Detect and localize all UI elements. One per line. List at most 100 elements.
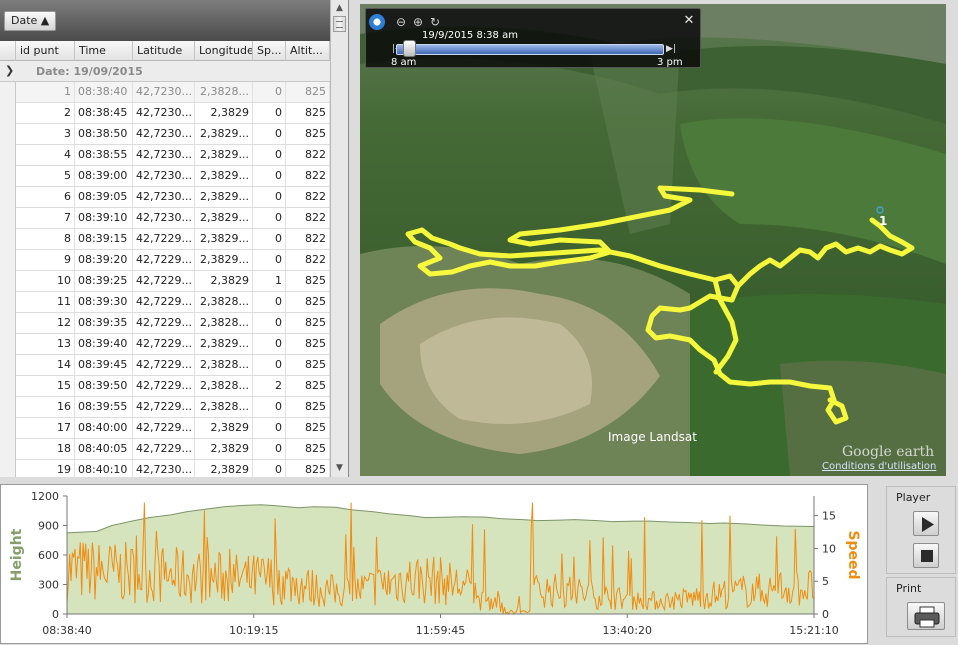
cell-time: 08:40:10 bbox=[75, 460, 133, 477]
step-forward-icon[interactable]: ▶| bbox=[666, 42, 680, 57]
cell-longitude: 2,3829... bbox=[195, 334, 253, 354]
play-button[interactable] bbox=[913, 511, 939, 536]
row-selector[interactable] bbox=[0, 292, 16, 313]
row-selector[interactable] bbox=[0, 271, 16, 292]
row-selector[interactable] bbox=[0, 313, 16, 334]
stop-icon bbox=[921, 550, 933, 562]
map-view[interactable]: ⊖ ⊕ ↻ ✕ 19/9/2015 8:38 am |◀ ▶| 8 am 3 p… bbox=[360, 4, 946, 476]
table-row[interactable]: 10 08:39:25 42,7229... 2,3829 1 825 bbox=[0, 271, 330, 292]
table-row[interactable]: 13 08:39:40 42,7229... 2,3829... 0 825 bbox=[0, 334, 330, 355]
table-row[interactable]: 17 08:40:00 42,7229... 2,3829 0 825 bbox=[0, 418, 330, 439]
column-header-time[interactable]: Time bbox=[75, 41, 133, 61]
table-row[interactable]: 1 08:38:40 42,7230... 2,3828... 0 825 bbox=[0, 82, 330, 103]
column-header-id[interactable]: id punt bbox=[16, 41, 75, 61]
table-row[interactable]: 11 08:39:30 42,7229... 2,3828... 0 825 bbox=[0, 292, 330, 313]
cell-time: 08:38:45 bbox=[75, 103, 133, 123]
stop-button[interactable] bbox=[913, 543, 939, 568]
group-by-date-chip[interactable]: Date ▲ bbox=[4, 11, 57, 31]
row-selector[interactable] bbox=[0, 439, 16, 460]
row-selector[interactable] bbox=[0, 82, 16, 103]
table-row[interactable]: 8 08:39:15 42,7229... 2,3829... 0 822 bbox=[0, 229, 330, 250]
time-slider-track[interactable] bbox=[396, 44, 664, 55]
cell-speed: 0 bbox=[253, 208, 286, 228]
time-slider-end-label: 3 pm bbox=[657, 57, 683, 68]
grid-scrollbar[interactable]: ▲ ▼ bbox=[330, 0, 348, 477]
close-icon[interactable]: ✕ bbox=[682, 14, 696, 28]
cell-speed: 0 bbox=[253, 418, 286, 438]
scroll-down-icon[interactable]: ▼ bbox=[331, 460, 348, 476]
table-row[interactable]: 5 08:39:00 42,7230... 2,3829... 0 822 bbox=[0, 166, 330, 187]
refresh-icon[interactable]: ↻ bbox=[428, 15, 442, 29]
cell-altitude: 822 bbox=[286, 187, 330, 207]
column-header-latitude[interactable]: Latitude bbox=[133, 41, 195, 61]
table-row[interactable]: 7 08:39:10 42,7230... 2,3829... 0 822 bbox=[0, 208, 330, 229]
row-selector[interactable] bbox=[0, 397, 16, 418]
table-row[interactable]: 12 08:39:35 42,7229... 2,3828... 0 825 bbox=[0, 313, 330, 334]
track-marker-label: 1 bbox=[879, 214, 888, 228]
row-selector[interactable] bbox=[0, 376, 16, 397]
row-selector[interactable] bbox=[0, 355, 16, 376]
zoom-out-icon[interactable]: ⊖ bbox=[394, 15, 408, 29]
row-selector[interactable] bbox=[0, 334, 16, 355]
cell-longitude: 2,3828... bbox=[195, 355, 253, 375]
terms-link[interactable]: Conditions d'utilisation bbox=[822, 461, 936, 472]
cell-speed: 1 bbox=[253, 271, 286, 291]
time-slider-control: ⊖ ⊕ ↻ ✕ 19/9/2015 8:38 am |◀ ▶| 8 am 3 p… bbox=[365, 8, 701, 68]
table-row[interactable]: 4 08:38:55 42,7230... 2,3829... 0 822 bbox=[0, 145, 330, 166]
cell-id: 10 bbox=[16, 271, 75, 291]
cell-latitude: 42,7229... bbox=[133, 250, 195, 270]
table-row[interactable]: 18 08:40:05 42,7229... 2,3829 0 825 bbox=[0, 439, 330, 460]
cell-altitude: 822 bbox=[286, 145, 330, 165]
zoom-in-icon[interactable]: ⊕ bbox=[411, 15, 425, 29]
cell-latitude: 42,7229... bbox=[133, 376, 195, 396]
table-row[interactable]: 3 08:38:50 42,7230... 2,3829... 0 825 bbox=[0, 124, 330, 145]
row-selector[interactable] bbox=[0, 187, 16, 208]
cell-altitude: 825 bbox=[286, 397, 330, 417]
table-row[interactable]: 15 08:39:50 42,7229... 2,3828... 2 825 bbox=[0, 376, 330, 397]
row-selector[interactable] bbox=[0, 208, 16, 229]
row-selector[interactable] bbox=[0, 166, 16, 187]
cell-longitude: 2,3829 bbox=[195, 418, 253, 438]
cell-longitude: 2,3829... bbox=[195, 250, 253, 270]
row-selector[interactable] bbox=[0, 124, 16, 145]
row-selector[interactable] bbox=[0, 460, 16, 477]
table-row[interactable]: 14 08:39:45 42,7229... 2,3828... 0 825 bbox=[0, 355, 330, 376]
row-selector[interactable] bbox=[0, 103, 16, 124]
cell-latitude: 42,7230... bbox=[133, 145, 195, 165]
cell-id: 1 bbox=[16, 82, 75, 102]
cell-latitude: 42,7229... bbox=[133, 292, 195, 312]
profile-chart-svg: 0 300 600 900 1200 0 5 10 15 08:38:40 10:19:15 11:5… bbox=[9, 490, 861, 637]
table-row[interactable]: 2 08:38:45 42,7230... 2,3829 0 825 bbox=[0, 103, 330, 124]
time-slider-thumb[interactable] bbox=[403, 40, 417, 57]
column-header-speed[interactable]: Sp... bbox=[253, 41, 286, 61]
cell-latitude: 42,7230... bbox=[133, 82, 195, 102]
cell-time: 08:39:10 bbox=[75, 208, 133, 228]
right-tick-label: 10 bbox=[822, 542, 836, 555]
table-row[interactable]: 19 08:40:10 42,7230... 2,3829 0 825 bbox=[0, 460, 330, 477]
column-header-altitude[interactable]: Altit... bbox=[286, 41, 330, 61]
group-row-date[interactable]: ❯ Date: 19/09/2015 bbox=[0, 61, 330, 82]
cell-altitude: 822 bbox=[286, 229, 330, 249]
cell-longitude: 2,3829... bbox=[195, 208, 253, 228]
table-row[interactable]: 6 08:39:05 42,7230... 2,3829... 0 822 bbox=[0, 187, 330, 208]
table-row[interactable]: 16 08:39:55 42,7229... 2,3828... 0 825 bbox=[0, 397, 330, 418]
column-header-longitude[interactable]: Longitude bbox=[195, 41, 253, 61]
print-button[interactable] bbox=[907, 602, 945, 630]
print-group: Print bbox=[886, 577, 956, 637]
table-row[interactable]: 9 08:39:20 42,7229... 2,3829... 0 822 bbox=[0, 250, 330, 271]
cell-longitude: 2,3828... bbox=[195, 376, 253, 396]
row-selector[interactable] bbox=[0, 250, 16, 271]
cell-longitude: 2,3828... bbox=[195, 397, 253, 417]
chevron-right-icon[interactable]: ❯ bbox=[5, 64, 14, 77]
cell-altitude: 825 bbox=[286, 124, 330, 144]
clock-icon[interactable] bbox=[369, 14, 385, 30]
row-selector[interactable] bbox=[0, 229, 16, 250]
cell-longitude: 2,3829... bbox=[195, 145, 253, 165]
row-selector[interactable] bbox=[0, 418, 16, 439]
cell-speed: 0 bbox=[253, 103, 286, 123]
scroll-thumb[interactable] bbox=[333, 16, 346, 32]
cell-speed: 0 bbox=[253, 187, 286, 207]
scroll-up-icon[interactable]: ▲ bbox=[331, 0, 348, 16]
row-selector[interactable] bbox=[0, 145, 16, 166]
cell-id: 3 bbox=[16, 124, 75, 144]
